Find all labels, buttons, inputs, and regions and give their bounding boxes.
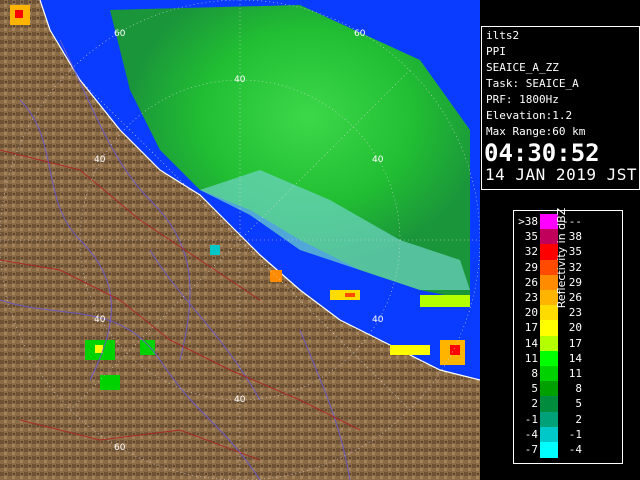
ring-label: 60 bbox=[114, 443, 126, 453]
legend-title: Reflectivity in dBZ bbox=[555, 207, 568, 309]
legend-high-label: -1 bbox=[568, 427, 582, 441]
prf-value: PRF: 1800Hz bbox=[486, 93, 559, 106]
legend-low-label: 20 bbox=[524, 306, 538, 320]
legend-low-label: 23 bbox=[524, 291, 538, 304]
legend-swatch bbox=[540, 350, 558, 367]
legend-low-label: -4 bbox=[524, 427, 538, 441]
legend-high-label: 11 bbox=[568, 367, 582, 380]
radar-map[interactable]: 60 40 40 60 40 40 40 60 40 bbox=[0, 0, 480, 480]
ring-label: 40 bbox=[94, 155, 106, 165]
legend-low-label: 11 bbox=[524, 351, 538, 365]
product-name: SEAICE_A_ZZ bbox=[486, 61, 559, 74]
legend-low-label: 35 bbox=[524, 230, 538, 244]
legend-high-label: 20 bbox=[568, 321, 582, 335]
legend-swatch bbox=[540, 366, 558, 382]
legend-high-label: 14 bbox=[568, 351, 582, 365]
legend-low-label: 8 bbox=[531, 367, 538, 380]
info-panel: ilts2 PPI SEAICE_A_ZZ Task: SEAICE_A PRF… bbox=[481, 26, 640, 190]
legend-high-label: 8 bbox=[575, 382, 582, 396]
legend-swatch bbox=[540, 335, 558, 352]
elevation-value: Elevation:1.2 bbox=[486, 109, 573, 122]
task-name: Task: SEAICE_A bbox=[486, 77, 579, 90]
legend-swatch bbox=[540, 381, 558, 397]
ring-label: 60 bbox=[114, 29, 126, 39]
scan-time: 04:30:52 bbox=[484, 139, 600, 167]
legend-low-label: 14 bbox=[524, 336, 538, 350]
ring-label: 60 bbox=[354, 29, 366, 39]
legend-low-label: >38 bbox=[518, 215, 538, 228]
legend-low-label: 26 bbox=[524, 275, 538, 289]
legend-swatch bbox=[540, 442, 558, 458]
ring-label: 40 bbox=[234, 75, 246, 85]
ring-label: 40 bbox=[234, 395, 246, 405]
scan-date: 14 JAN 2019 JST bbox=[485, 165, 637, 184]
legend-swatch bbox=[540, 411, 558, 428]
legend-low-label: 2 bbox=[531, 397, 538, 411]
legend-low-label: 5 bbox=[531, 382, 538, 396]
legend-low-label: 29 bbox=[524, 260, 538, 274]
station-name: ilts2 bbox=[486, 29, 520, 42]
legend-low-label: 17 bbox=[524, 321, 538, 335]
legend-high-label: 2 bbox=[575, 412, 582, 426]
ring-label: 40 bbox=[372, 155, 384, 165]
legend-low-label: 32 bbox=[524, 245, 538, 259]
legend-low-label: -7 bbox=[524, 443, 538, 456]
legend-high-label: -4 bbox=[568, 443, 582, 456]
legend-swatch bbox=[540, 396, 558, 413]
legend-low-label: -1 bbox=[524, 412, 538, 426]
ring-label: 40 bbox=[372, 315, 384, 325]
radar-ppi-image: 60 40 40 60 40 40 40 60 40 bbox=[0, 0, 480, 480]
legend-swatch bbox=[540, 320, 558, 337]
ring-label: 40 bbox=[94, 315, 106, 325]
legend-high-label: 17 bbox=[568, 336, 582, 350]
product-type: PPI bbox=[486, 45, 506, 58]
legend-high-label: 5 bbox=[575, 397, 582, 411]
legend-swatch bbox=[540, 426, 558, 443]
max-range-value: Max Range:60 km bbox=[486, 125, 586, 138]
